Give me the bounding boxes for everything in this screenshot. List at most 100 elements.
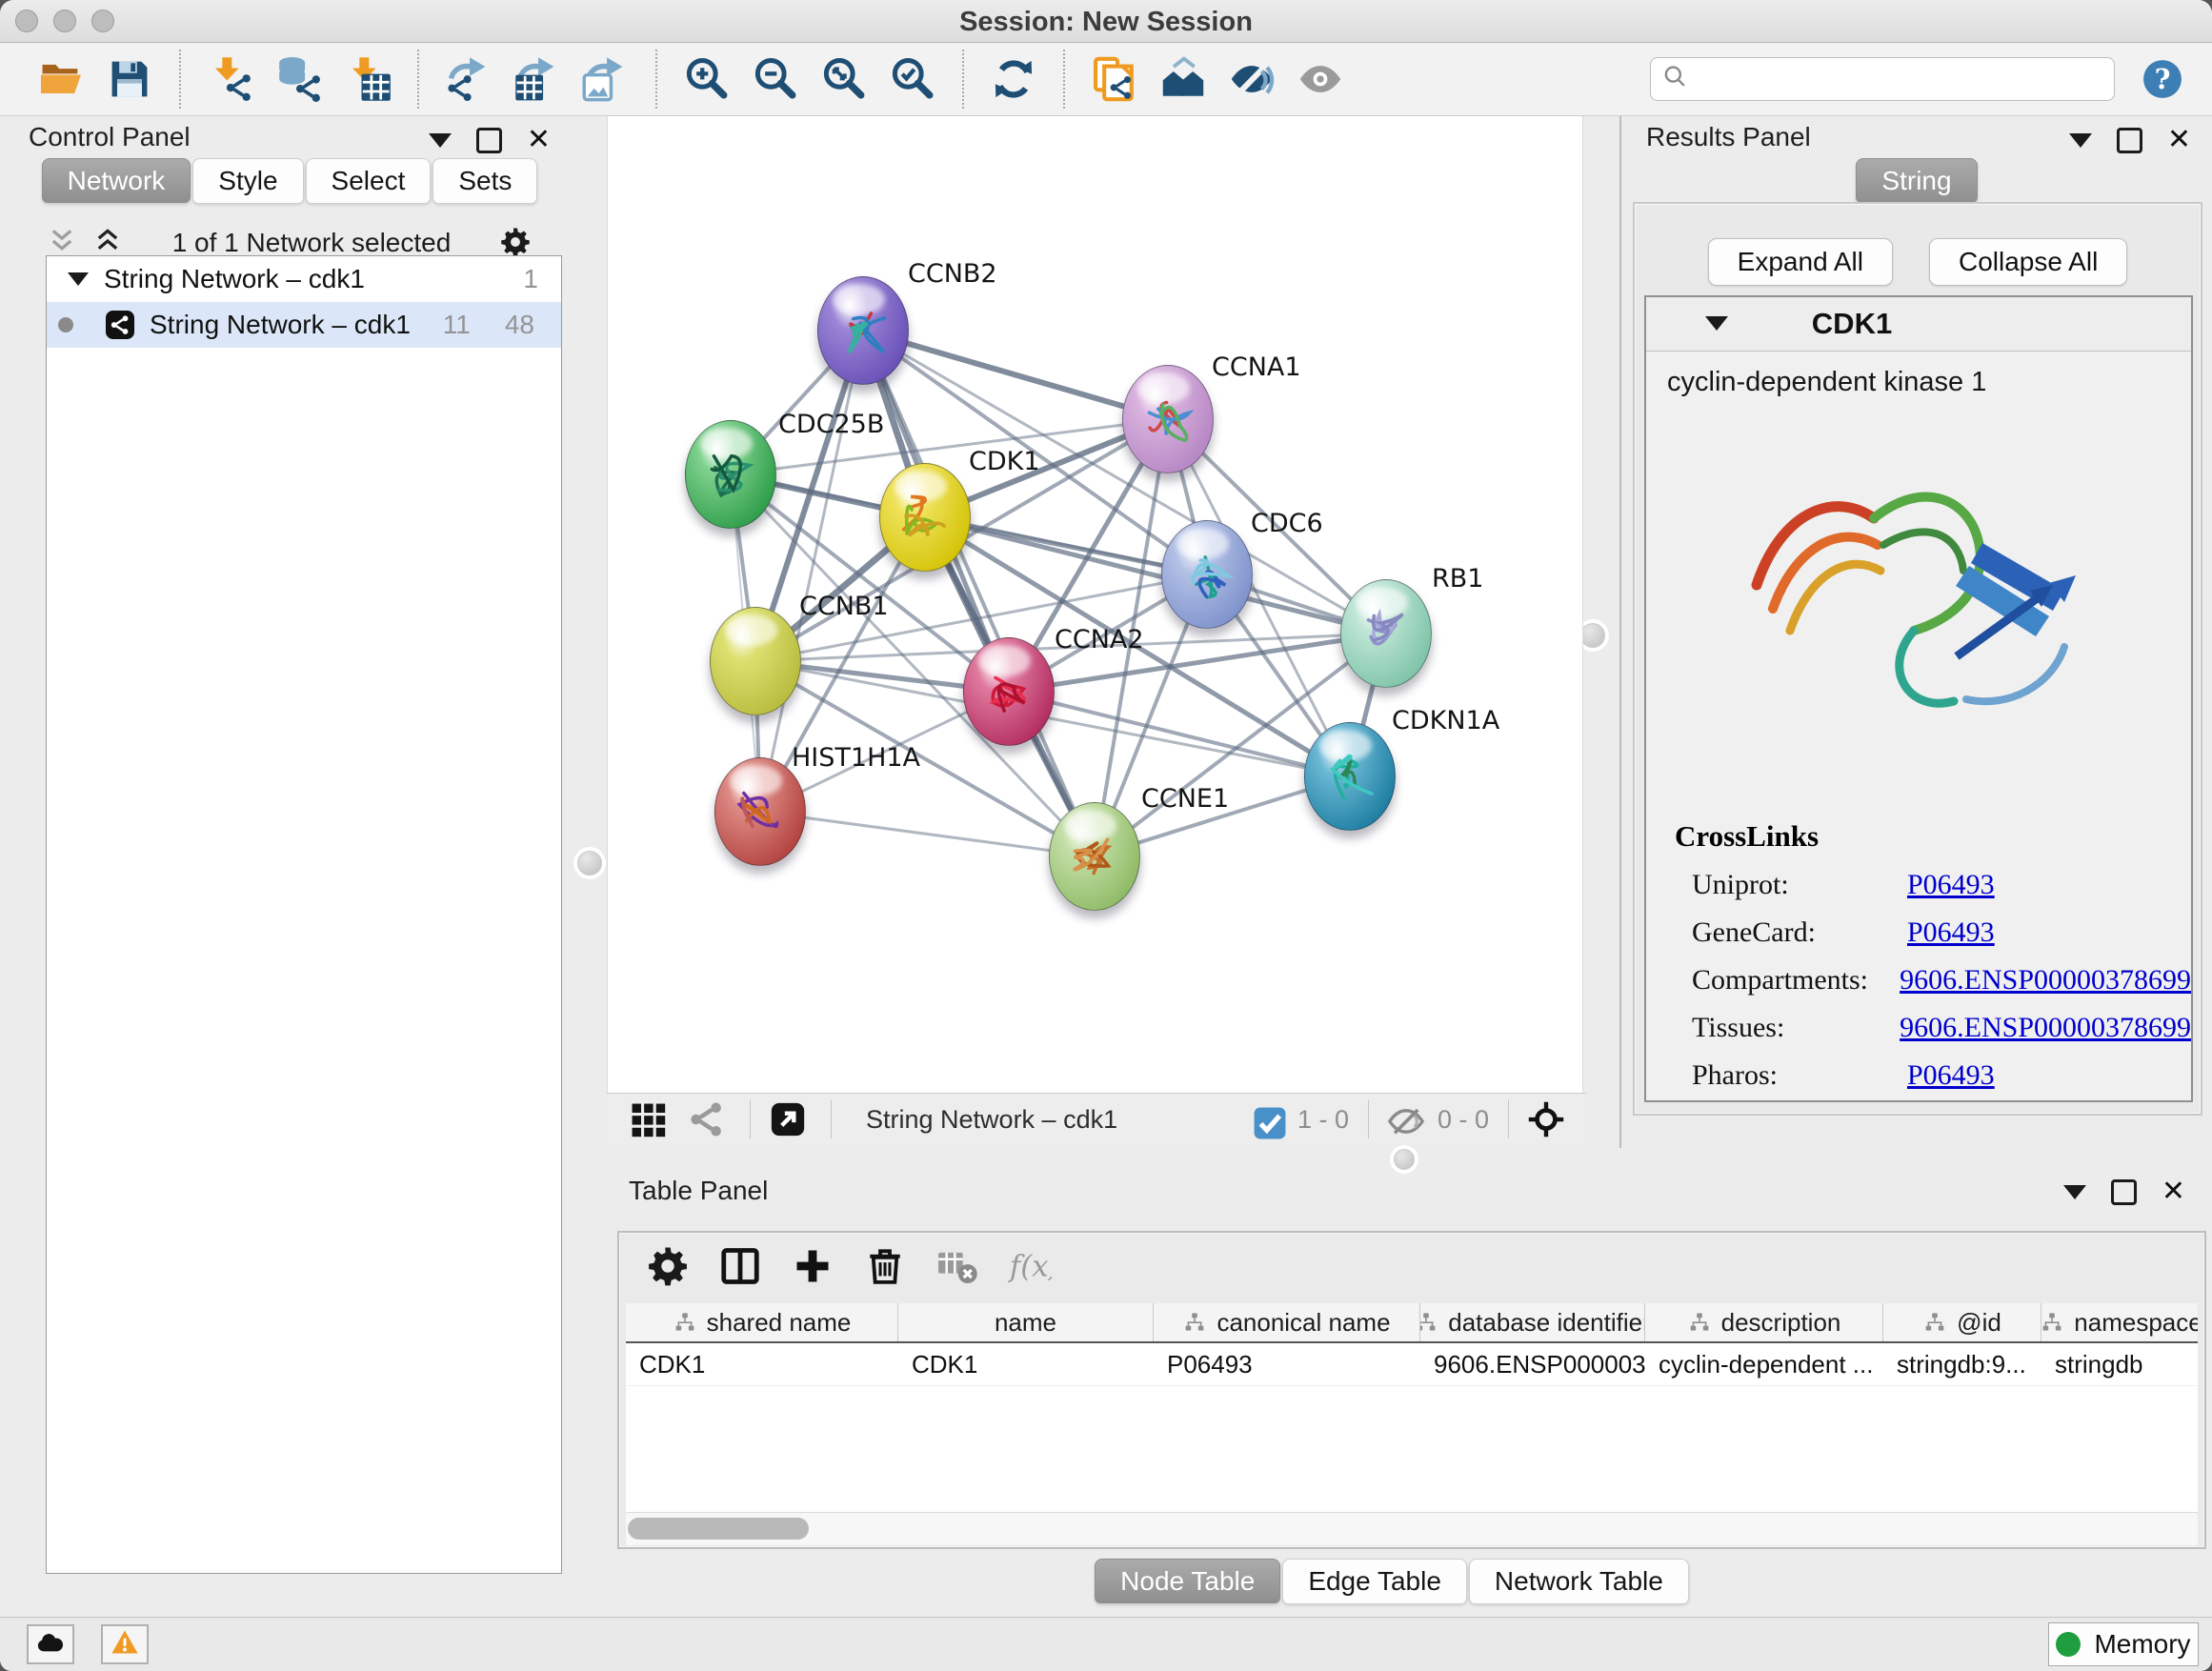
tab-string[interactable]: String [1856,158,1977,203]
close-panel-icon[interactable]: ✕ [527,126,551,154]
column-header-database-identifier[interactable]: database identifier [1420,1303,1645,1341]
bottom-splitter-handle[interactable] [1394,1149,1415,1170]
network-node-rb1[interactable] [1340,579,1432,688]
network-edge[interactable] [863,331,1168,419]
crosslink-link[interactable]: 9606.ENSP00000378699 [1900,964,2191,997]
duplicate-network-button[interactable] [1087,51,1142,107]
crosslink-link[interactable]: 9606.ENSP00000378699 [1900,1012,2191,1044]
tree-expand-icon[interactable] [68,272,89,286]
hide-selected-button[interactable] [1224,51,1279,107]
column-header-id[interactable]: @id [1883,1303,2041,1341]
tab-network-table[interactable]: Network Table [1469,1559,1689,1603]
first-neighbors-button[interactable] [1156,51,1211,107]
tab-node-table[interactable]: Node Table [1095,1559,1280,1603]
tab-edge-table[interactable]: Edge Table [1282,1559,1467,1603]
save-session-button[interactable] [102,51,157,107]
network-view-icon[interactable] [687,1099,727,1139]
refresh-button[interactable] [986,51,1041,107]
open-session-icon [36,54,86,104]
network-node-cdkn1a[interactable] [1304,722,1396,831]
warning-status-button[interactable] [101,1624,149,1664]
table-box: f(x) shared namenamecanonical namedataba… [617,1231,2206,1549]
crosslink-link[interactable]: P06493 [1907,916,1995,949]
tab-network[interactable]: Network [42,158,191,203]
network-edge[interactable] [760,331,863,812]
export-image-button[interactable] [578,51,633,107]
tab-style[interactable]: Style [192,158,303,203]
column-header-namespace[interactable]: namespace [2041,1303,2198,1341]
network-node-ccnb1[interactable] [710,607,801,715]
network-row[interactable]: String Network – cdk1 11 48 [47,302,561,348]
network-node-ccna2[interactable] [963,637,1055,746]
detach-view-icon[interactable] [768,1099,808,1139]
open-session-button[interactable] [33,51,89,107]
column-header-description[interactable]: description [1645,1303,1883,1341]
tab-sets[interactable]: Sets [432,158,537,203]
collapse-panel-icon[interactable] [429,133,452,148]
import-database-button[interactable] [271,51,327,107]
search-input[interactable] [1691,64,2104,95]
cloud-status-button[interactable] [27,1624,74,1664]
gear-table-button[interactable] [646,1244,690,1288]
column-header-shared-name[interactable]: shared name [626,1303,898,1341]
zoom-fit-button[interactable] [816,51,872,107]
network-node-hist1h1a[interactable] [714,757,806,866]
search-box[interactable] [1650,57,2115,101]
zoom-out-button[interactable] [748,51,803,107]
plus-table-button[interactable] [791,1244,835,1288]
network-canvas[interactable]: CCNB2CCNA1CDC25BCDK1CDC6RB1CCNB1CCNA2CDK… [607,116,1583,1093]
columns-table-button[interactable] [718,1244,762,1288]
help-button[interactable]: ? [2140,56,2185,102]
node-structure-thumbnail [977,659,1040,722]
zoom-in-button[interactable] [679,51,734,107]
network-node-ccne1[interactable] [1049,802,1140,911]
table-row[interactable]: CDK1CDK1P064939606.ENSP00000378699cyclin… [626,1343,2198,1386]
collapse-table-icon[interactable] [2063,1185,2086,1199]
selected-checkbox-icon[interactable] [1250,1103,1282,1136]
results-panel: Results Panel ✕ String Expand AllCollaps… [1619,116,2212,1148]
toolbar-separator [962,50,964,109]
tab-select[interactable]: Select [306,158,432,203]
collapse-results-icon[interactable] [2069,133,2092,148]
float-results-icon[interactable] [2117,128,2142,153]
network-node-cdc6[interactable] [1161,520,1253,629]
network-node-cdk1[interactable] [879,463,971,572]
left-splitter-handle[interactable] [577,851,602,876]
network-edge[interactable] [863,331,1095,856]
main-toolbar: ? [0,43,2212,116]
export-table-button[interactable] [510,51,565,107]
close-table-icon[interactable]: ✕ [2162,1178,2185,1206]
node-label-cdc25b: CDC25B [778,410,884,439]
table-panel-title: Table Panel [629,1176,768,1206]
collapse-all-button[interactable]: Collapse All [1929,238,2127,286]
network-edge[interactable] [760,812,1095,856]
import-network-button[interactable] [203,51,258,107]
show-all-icon [1296,54,1345,104]
grid-view-icon[interactable] [628,1099,668,1139]
crosslink-link[interactable]: P06493 [1907,1059,1995,1092]
import-database-icon [274,54,324,104]
close-results-icon[interactable]: ✕ [2167,126,2191,154]
import-table-icon [343,54,392,104]
network-node-cdc25b[interactable] [685,420,776,529]
import-table-button[interactable] [340,51,395,107]
show-all-button[interactable] [1293,51,1348,107]
network-node-ccnb2[interactable] [817,276,909,385]
network-node-ccna1[interactable] [1122,365,1214,473]
scrollbar-thumb[interactable] [628,1518,809,1540]
crosslink-link[interactable]: P06493 [1907,869,1995,901]
birdseye-view-icon[interactable] [1526,1099,1566,1139]
column-header-canonical-name[interactable]: canonical name [1154,1303,1420,1341]
network-collection-row[interactable]: String Network – cdk1 1 [47,256,561,302]
zoom-selected-button[interactable] [885,51,940,107]
table-horizontal-scrollbar[interactable] [626,1512,2198,1545]
column-header-name[interactable]: name [898,1303,1154,1341]
float-panel-icon[interactable] [476,128,502,153]
expand-all-button[interactable]: Expand All [1708,238,1893,286]
float-table-icon[interactable] [2111,1179,2137,1205]
memory-button[interactable]: Memory [2048,1622,2199,1666]
trash-table-button[interactable] [863,1244,907,1288]
export-network-button[interactable] [441,51,496,107]
collapse-entry-icon[interactable] [1705,316,1728,331]
hidden-eye-icon[interactable] [1386,1101,1422,1137]
